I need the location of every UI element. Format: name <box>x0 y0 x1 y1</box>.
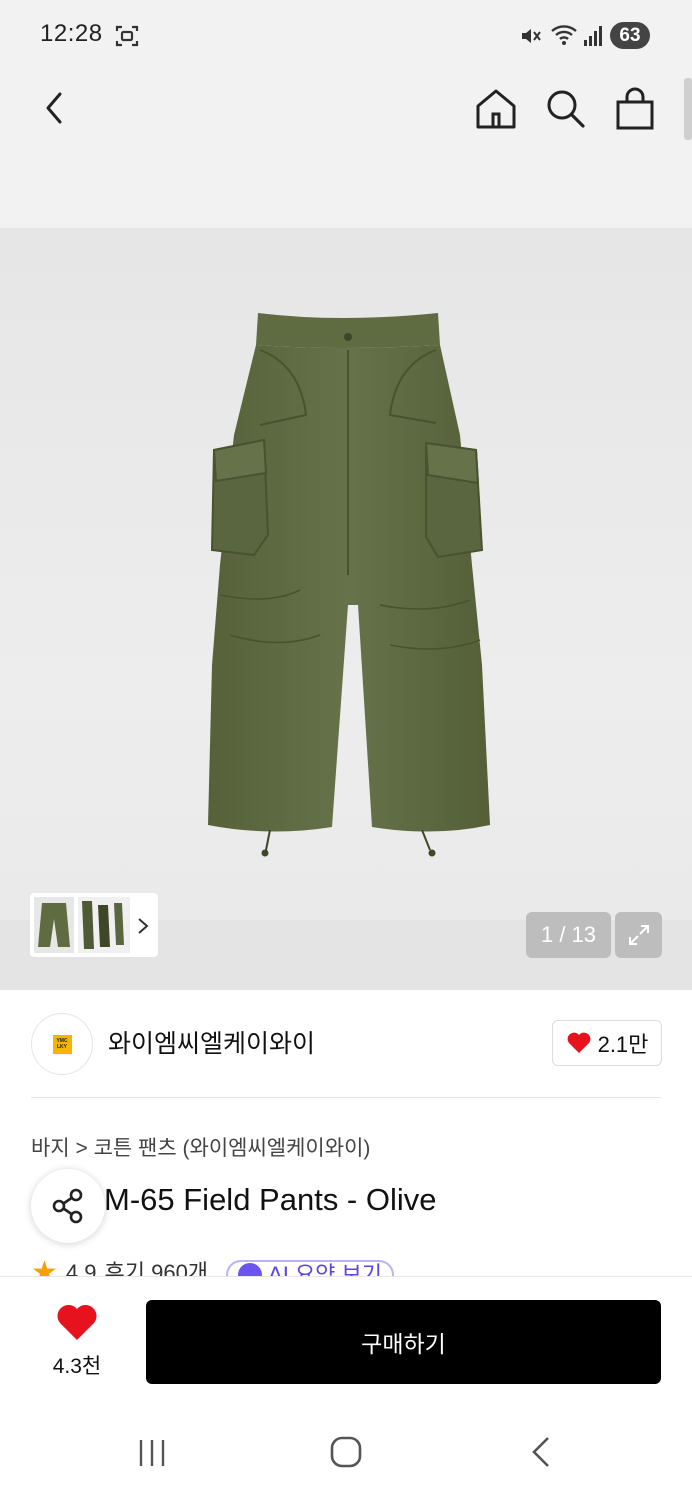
buy-button[interactable]: 구매하기 <box>146 1300 661 1384</box>
ai-summary-label: AI 요약 보기 <box>268 1262 383 1276</box>
screenshot-icon <box>115 25 139 47</box>
expand-icon <box>628 925 649 945</box>
share-button[interactable] <box>31 1169 105 1243</box>
favorite-count: 4.3천 <box>52 1355 102 1378</box>
brand-like-count: 2.1만 <box>597 1032 649 1057</box>
bag-icon[interactable] <box>613 86 657 132</box>
recent-apps-icon[interactable] <box>136 1436 170 1470</box>
scrollbar[interactable] <box>684 78 692 140</box>
breadcrumb[interactable]: 바지 > 코튼 팬츠 (와이엠씨엘케이와이) <box>31 1132 370 1162</box>
share-icon <box>52 1188 83 1224</box>
fullscreen-button[interactable] <box>615 912 662 958</box>
back-nav-icon[interactable] <box>526 1434 556 1470</box>
brand-logo[interactable]: YMC LKY <box>31 1013 93 1075</box>
back-icon[interactable] <box>38 88 72 128</box>
review-count[interactable]: 후기 960개 <box>105 1260 209 1276</box>
brand-name[interactable]: 와이엠씨엘케이와이 <box>108 1024 315 1060</box>
home-icon[interactable] <box>473 86 519 132</box>
favorite-heart-icon[interactable] <box>56 1304 98 1342</box>
chevron-right-icon[interactable] <box>134 915 152 937</box>
heart-icon <box>567 1032 590 1053</box>
divider <box>31 1097 661 1098</box>
product-image <box>208 313 490 857</box>
battery-indicator: 63 <box>610 22 650 49</box>
home-nav-icon[interactable] <box>328 1434 364 1470</box>
rating-row[interactable]: ★ 4.9 후기 960개 AI 요약 보기 <box>31 1258 671 1276</box>
signal-icon <box>584 26 602 46</box>
search-icon[interactable] <box>543 86 589 132</box>
rating-value: 4.9 <box>65 1260 97 1276</box>
ai-summary-button[interactable]: AI 요약 보기 <box>226 1260 395 1276</box>
mute-icon <box>522 29 541 43</box>
status-time: 12:28 <box>40 20 103 47</box>
image-counter: 1 / 13 <box>526 912 611 958</box>
ai-badge-icon <box>238 1263 263 1276</box>
brand-like-button[interactable]: 2.1만 <box>552 1020 662 1066</box>
wifi-icon <box>551 25 577 45</box>
product-thumbnail[interactable] <box>34 897 130 953</box>
star-icon: ★ <box>31 1258 58 1276</box>
brand-logo-mark: YMC LKY <box>52 1034 72 1054</box>
product-title: M-65 Field Pants - Olive <box>104 1182 437 1217</box>
